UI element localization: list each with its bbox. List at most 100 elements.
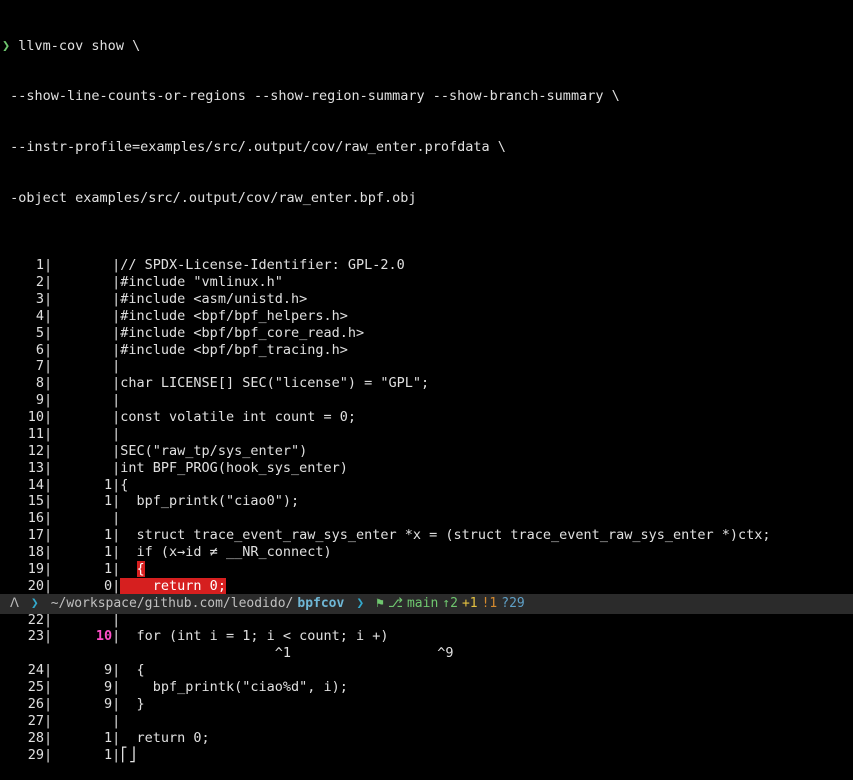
source-text: ⎡⎦ [120, 747, 136, 763]
coverage-line: 9|| [0, 392, 853, 409]
line-number: 25 [0, 679, 44, 696]
source-text: const volatile int count = 0; [120, 409, 356, 425]
coverage-line: 23|10| for (int i = 1; i < count; i +) [0, 628, 853, 645]
exec-count: 1 [52, 477, 112, 494]
command-cont-1: --show-line-counts-or-regions --show-reg… [0, 88, 853, 105]
coverage-line: 4||#include <bpf/bpf_helpers.h> [0, 308, 853, 325]
line-number: 29 [0, 747, 44, 764]
source-text: } [120, 696, 144, 712]
coverage-line: 29|1|⎡⎦ [0, 747, 853, 764]
coverage-line: 12||SEC("raw_tp/sys_enter") [0, 443, 853, 460]
coverage-line: 3||#include <asm/unistd.h> [0, 291, 853, 308]
line-number: 5 [0, 325, 44, 342]
line-number: 18 [0, 544, 44, 561]
source-text: { [120, 477, 128, 493]
line-number: 2 [0, 274, 44, 291]
coverage-line: 11|| [0, 426, 853, 443]
exec-count: 10 [52, 628, 112, 645]
coverage-line: 1||// SPDX-License-Identifier: GPL-2.0 [0, 257, 853, 274]
source-text: #include <asm/unistd.h> [120, 291, 307, 307]
line-number: 28 [0, 730, 44, 747]
line-number: 13 [0, 460, 44, 477]
line-number: 24 [0, 662, 44, 679]
line-number: 26 [0, 696, 44, 713]
source-text: if (x→id ≠ __NR_connect) [120, 544, 331, 560]
git-flag-icon: ⚑ [376, 596, 384, 612]
exec-count: 9 [52, 662, 112, 679]
coverage-line: 10||const volatile int count = 0; [0, 409, 853, 426]
coverage-line: 22|| [0, 612, 853, 629]
line-number: 27 [0, 713, 44, 730]
prompt-caret: ❯ [2, 38, 10, 54]
exec-count: 1 [52, 493, 112, 510]
line-number: 8 [0, 375, 44, 392]
coverage-line: 20|0| return 0; [0, 578, 853, 595]
line-number: 11 [0, 426, 44, 443]
source-text: #include <bpf/bpf_core_read.h> [120, 325, 364, 341]
command-cont-2: --instr-profile=examples/src/.output/cov… [0, 139, 853, 156]
source-text: SEC("raw_tp/sys_enter") [120, 443, 307, 459]
coverage-line: 6||#include <bpf/bpf_tracing.h> [0, 342, 853, 359]
line-number: 16 [0, 510, 44, 527]
coverage-line: 16|| [0, 510, 853, 527]
source-text: int BPF_PROG(hook_sys_enter) [120, 460, 348, 476]
exec-count: 1 [52, 527, 112, 544]
source-text: for (int i = 1; i < count; i +) [120, 628, 388, 644]
command-line: ❯ llvm-cov show \ [0, 38, 853, 55]
statusbar-caret-icon: ❯ [25, 596, 45, 612]
source-text: char LICENSE[] SEC("license") = "GPL"; [120, 375, 429, 391]
coverage-line: 5||#include <bpf/bpf_core_read.h> [0, 325, 853, 342]
git-untracked: ?29 [501, 596, 524, 612]
coverage-line: 27|| [0, 713, 853, 730]
line-number: 6 [0, 342, 44, 359]
line-number: 20 [0, 578, 44, 595]
coverage-listing: 1||// SPDX-License-Identifier: GPL-2.02|… [0, 257, 853, 763]
line-number: 19 [0, 561, 44, 578]
uncovered-region: { [137, 561, 145, 577]
git-branch-icon: ⎇ [388, 596, 403, 612]
statusbar-arrow-icon: ᐱ [4, 596, 25, 612]
status-bar: ᐱ ❯ ~/workspace/github.com/leodido/bpfco… [0, 594, 853, 614]
source-text: #include <bpf/bpf_tracing.h> [120, 342, 348, 358]
cmd-text-0: llvm-cov show \ [18, 38, 140, 54]
exec-count: 1 [52, 730, 112, 747]
line-number: 7 [0, 358, 44, 375]
line-number: 17 [0, 527, 44, 544]
git-branch-name: main [407, 596, 438, 612]
exec-count: 1 [52, 544, 112, 561]
coverage-line: 14|1|{ [0, 477, 853, 494]
statusbar-path: ~/workspace/github.com/leodido/bpfcov [45, 596, 351, 612]
uncovered-region: return 0; [120, 578, 226, 594]
coverage-line: 26|9| } [0, 696, 853, 713]
source-text: #include <bpf/bpf_helpers.h> [120, 308, 348, 324]
coverage-line: 19|1| { [0, 561, 853, 578]
coverage-line: 28|1| return 0; [0, 730, 853, 747]
coverage-line: 24|9| { [0, 662, 853, 679]
coverage-line: 2||#include "vmlinux.h" [0, 274, 853, 291]
source-text: bpf_printk("ciao%d", i); [120, 679, 348, 695]
coverage-line: 18|1| if (x→id ≠ __NR_connect) [0, 544, 853, 561]
statusbar-caret2-icon: ❯ [350, 596, 370, 612]
line-number: 23 [0, 628, 44, 645]
source-text: return 0; [120, 730, 209, 746]
git-ahead: ↑2 [442, 596, 458, 612]
line-number: 3 [0, 291, 44, 308]
exec-count: 0 [52, 578, 112, 595]
source-text: { [120, 662, 144, 678]
source-text: bpf_printk("ciao0"); [120, 493, 299, 509]
source-text: struct trace_event_raw_sys_enter *x = (s… [120, 527, 770, 543]
line-number: 9 [0, 392, 44, 409]
source-text: #include "vmlinux.h" [120, 274, 283, 290]
line-number: 1 [0, 257, 44, 274]
exec-count: 1 [52, 747, 112, 764]
exec-count: 9 [52, 679, 112, 696]
source-text: ^1 ^9 [120, 645, 453, 661]
line-number: 15 [0, 493, 44, 510]
line-number: 22 [0, 612, 44, 629]
coverage-line: 13||int BPF_PROG(hook_sys_enter) [0, 460, 853, 477]
terminal-output: ❯ llvm-cov show \ --show-line-counts-or-… [0, 0, 853, 780]
coverage-line: 8||char LICENSE[] SEC("license") = "GPL"… [0, 375, 853, 392]
line-number: 14 [0, 477, 44, 494]
coverage-line: ^1 ^9 [0, 645, 853, 662]
coverage-line: 17|1| struct trace_event_raw_sys_enter *… [0, 527, 853, 544]
